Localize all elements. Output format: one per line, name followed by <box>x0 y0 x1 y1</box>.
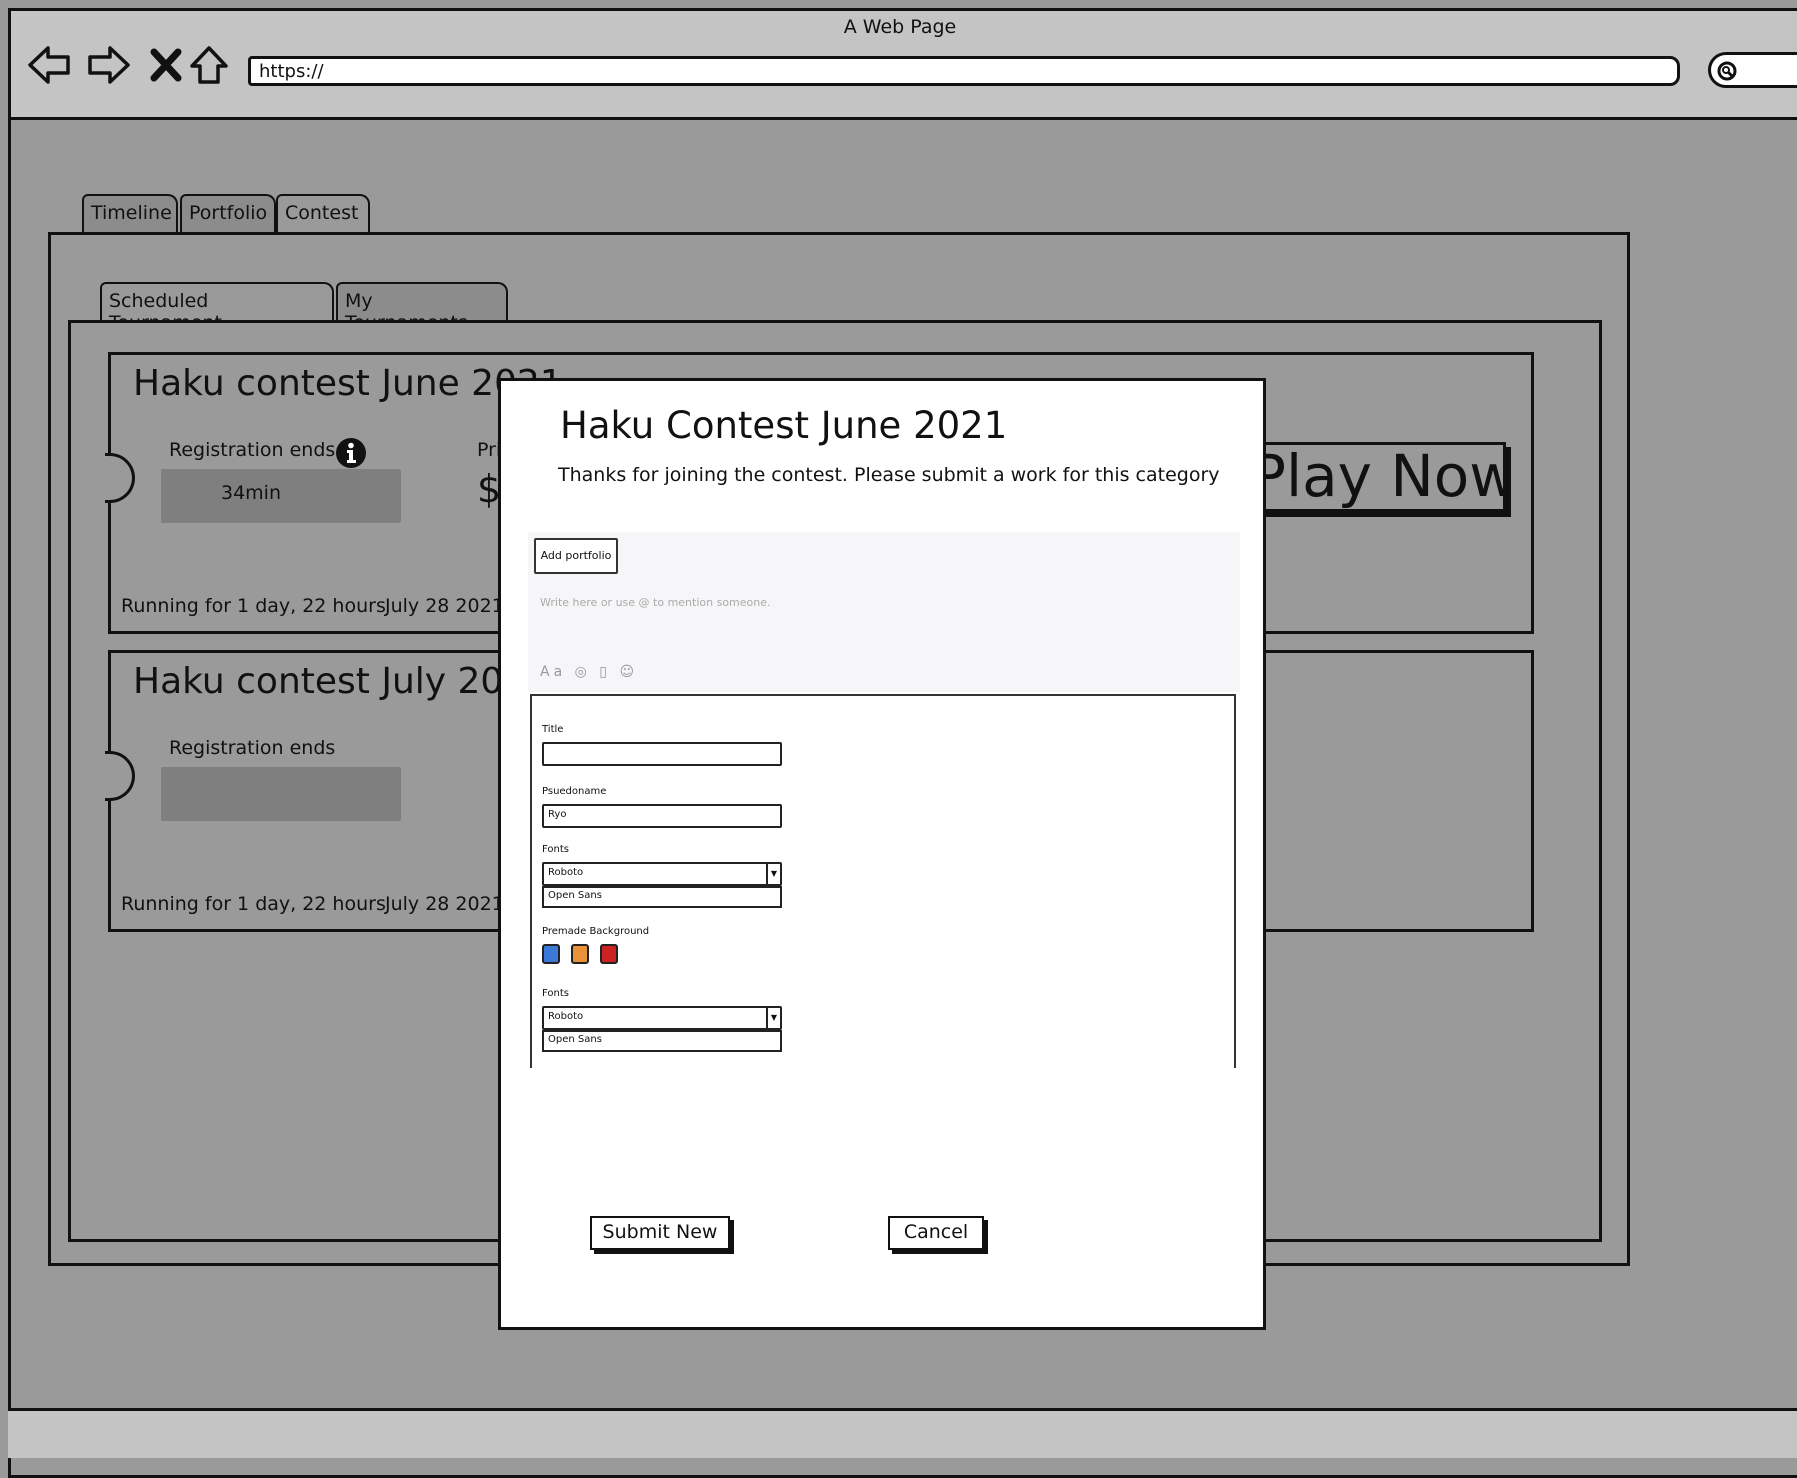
premade-background-label: Premade Background <box>542 926 650 937</box>
card-date: July 28 2021 <box>385 595 504 617</box>
font-select[interactable]: Roboto ▼ <box>542 862 782 886</box>
swatch-red[interactable] <box>600 944 618 964</box>
registration-label: Registration ends <box>169 439 336 461</box>
emoji-icon[interactable]: ☺ <box>619 664 638 680</box>
tab-my-tournaments[interactable]: My Tournaments <box>336 282 508 334</box>
forward-arrow-icon[interactable] <box>86 42 132 88</box>
tab-label: Timeline <box>91 202 172 224</box>
info-icon[interactable] <box>335 437 367 469</box>
search-icon <box>1717 61 1737 81</box>
font-option[interactable]: Open Sans <box>542 1030 782 1052</box>
registration-label: Registration ends <box>169 737 336 759</box>
tab-timeline[interactable]: Timeline <box>82 194 178 234</box>
countdown-value: 34min <box>220 482 281 504</box>
modal-title: Haku Contest June 2021 <box>560 404 1008 447</box>
swatch-blue[interactable] <box>542 944 560 964</box>
mention-input[interactable]: Write here or use @ to mention someone. <box>540 596 771 609</box>
back-arrow-icon[interactable] <box>26 42 72 88</box>
swatch-orange[interactable] <box>571 944 589 964</box>
font-selected-value: Roboto <box>548 867 584 878</box>
pseudonym-input[interactable]: Ryo <box>542 804 782 828</box>
title-label: Title <box>542 724 564 735</box>
registration-countdown: 34min <box>161 469 401 523</box>
tab-contest[interactable]: Contest <box>276 194 370 234</box>
font-option[interactable]: Open Sans <box>542 886 782 908</box>
card-notch <box>105 453 135 503</box>
running-duration: Running for 1 day, 22 hours <box>121 893 386 915</box>
card-title: Haku contest July 2021 <box>133 661 550 702</box>
browser-statusbar <box>8 1408 1797 1458</box>
font-select[interactable]: Roboto ▼ <box>542 1006 782 1030</box>
modal-subtitle: Thanks for joining the contest. Please s… <box>558 464 1220 486</box>
submit-new-button[interactable]: Submit New <box>590 1216 730 1250</box>
attachment-icon[interactable]: ▯ <box>599 664 611 680</box>
url-bar[interactable]: https:// <box>248 56 1680 86</box>
composer-toolbar: Aa ◎ ▯ ☺ <box>540 664 638 680</box>
chevron-down-icon[interactable]: ▼ <box>766 864 780 884</box>
title-input[interactable] <box>542 742 782 766</box>
window-title: A Web Page <box>843 16 957 38</box>
font-selected-value: Roboto <box>548 1011 584 1022</box>
home-icon[interactable] <box>186 42 232 88</box>
tab-label: Portfolio <box>189 202 268 224</box>
browser-search-field[interactable] <box>1708 52 1797 88</box>
play-now-button[interactable]: Play Now <box>1240 442 1506 512</box>
cancel-button[interactable]: Cancel <box>888 1216 984 1250</box>
registration-countdown <box>161 767 401 821</box>
pseudonym-label: Psuedoname <box>542 786 607 797</box>
running-duration: Running for 1 day, 22 hours <box>121 595 386 617</box>
tab-label: Contest <box>285 202 359 224</box>
text-format-icon[interactable]: Aa <box>540 664 566 680</box>
fonts-label: Fonts <box>542 988 569 999</box>
camera-icon[interactable]: ◎ <box>575 664 591 680</box>
tab-scheduled-tournament[interactable]: Scheduled Tournament <box>100 282 334 334</box>
chevron-down-icon[interactable]: ▼ <box>766 1008 780 1028</box>
add-portfolio-button[interactable]: Add portfolio <box>534 538 618 574</box>
tab-portfolio[interactable]: Portfolio <box>180 194 276 234</box>
card-date: July 28 2021 <box>385 893 504 915</box>
stop-x-icon[interactable] <box>144 42 190 88</box>
card-notch <box>105 751 135 801</box>
fonts-label: Fonts <box>542 844 569 855</box>
